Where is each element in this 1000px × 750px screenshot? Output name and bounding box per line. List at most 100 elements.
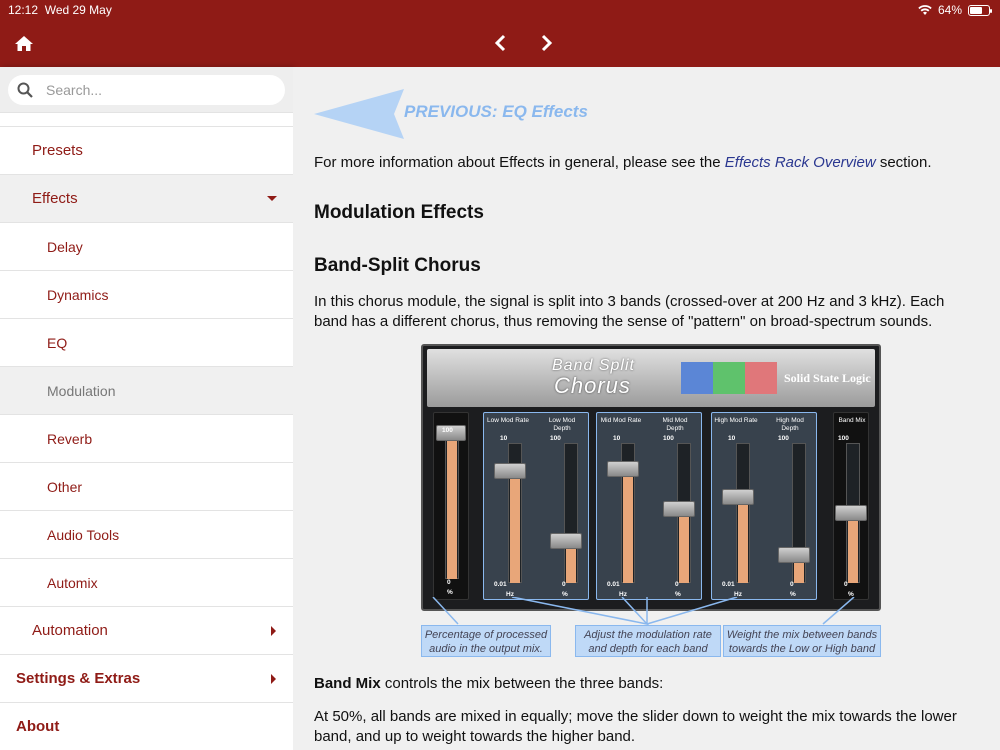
previous-link-label: PREVIOUS: EQ Effects [404,102,588,121]
sidebar-item-about[interactable]: About [0,703,293,750]
sidebar-item-label: About [16,718,60,735]
mid-band-panel: Mid Mod Rate Mid Mod Depth 10 100 0.01 0… [596,412,702,600]
status-time: 12:12 Wed 29 May [8,3,112,17]
fader-fill [679,511,689,583]
low-mod-rate-label: Low Mod Rate [487,417,529,424]
search-box[interactable] [8,75,285,105]
high-band-swatch [745,362,777,394]
band-mix-label: Band Mix [838,417,866,424]
band-mix-bottom-value: 0 [844,581,848,588]
mid-rate-bottom-value: 0.01 [607,581,620,588]
forward-button[interactable] [534,32,558,54]
callout-band-mix: Weight the mix between bands towards the… [723,625,881,657]
sidebar-item-settings-extras[interactable]: Settings & Extras [0,655,293,703]
band-mix-text: controls the mix between the three bands… [380,675,664,692]
app-header: 12:12 Wed 29 May 64% [0,0,1000,67]
mid-mod-depth-fader[interactable] [663,501,695,517]
fader-fill [848,515,858,583]
sidebar-item-presets[interactable]: Presets [0,127,293,175]
date: Wed 29 May [44,3,112,17]
sidebar-item-modulation[interactable]: Modulation [0,367,293,415]
plugin-header: Band Split Chorus Solid State Logic [427,349,875,407]
search-input[interactable] [46,80,276,100]
low-rate-top-value: 10 [500,435,508,442]
heading-modulation-effects: Modulation Effects [314,202,484,223]
mid-rate-top-value: 10 [613,435,621,442]
battery-fill [970,6,982,14]
high-mod-rate-fader[interactable] [722,489,754,505]
band-mix-term: Band Mix [314,675,381,692]
low-depth-top-value: 100 [550,435,561,442]
high-mod-rate-label: High Mod Rate [714,417,758,424]
caret-down-icon [267,196,277,201]
sidebar-item-label: Modulation [47,382,116,399]
sidebar-item-label: Automix [47,574,98,591]
band-mix-description: At 50%, all bands are mixed in equally; … [314,708,957,745]
mid-mod-depth-label: Mid Mod Depth [662,417,688,432]
sidebar-item-label: Delay [47,238,83,255]
brand-logo: Solid State Logic [784,371,871,385]
fader-bottom-value: 0 [447,579,451,586]
mid-depth-bottom-value: 0 [675,581,679,588]
mid-depth-top-value: 100 [663,435,674,442]
sidebar-item-automix[interactable]: Automix [0,559,293,607]
sidebar-item-label: Presets [32,142,83,159]
band-mix-fader[interactable] [835,505,867,521]
sidebar-item-label: Dynamics [47,286,109,303]
sidebar-item-label: Other [47,478,83,495]
previous-link[interactable]: PREVIOUS: EQ Effects [314,89,614,139]
caret-right-icon [271,626,276,636]
low-depth-bottom-value: 0 [562,581,566,588]
sidebar-item-automation[interactable]: Automation [0,607,293,655]
sidebar-item-delay[interactable]: Delay [0,223,293,271]
sidebar-item-reverb[interactable]: Reverb [0,415,293,463]
intro-paragraph: For more information about Effects in ge… [314,153,974,173]
sidebar-item-label: Effects [32,190,78,207]
chevron-left-icon [494,34,506,52]
back-button[interactable] [489,32,513,54]
callout-modulation: Adjust the modulation rate and depth for… [575,625,721,657]
high-rate-top-value: 10 [728,435,736,442]
sidebar-item-label: Audio Tools [47,526,120,543]
high-mod-depth-label: High Mod Depth [776,417,804,432]
sidebar-item-label: EQ [47,334,68,351]
mix-fader-panel: 100 0 % [433,412,469,600]
high-band-panel: High Mod Rate High Mod Depth 10 100 0.01… [711,412,817,600]
fader-fill [623,471,633,583]
search-icon [17,82,33,98]
sidebar-item-other[interactable]: Other [0,463,293,511]
sidebar-item-label: Reverb [47,430,93,447]
home-icon[interactable] [14,34,34,52]
sidebar-item-effects[interactable]: Effects [0,175,293,223]
battery-icon [968,4,992,16]
low-rate-bottom-value: 0.01 [494,581,507,588]
high-rate-bottom-value: 0.01 [722,581,735,588]
sidebar-item-label: Automation [32,622,108,639]
mid-band-swatch [713,362,745,394]
band-mix-panel: Band Mix 100 0 % [833,412,869,600]
fader-fill [566,543,576,583]
high-mod-depth-fader[interactable] [778,547,810,563]
callout-mix: Percentage of processed audio in the out… [421,625,551,657]
sidebar-item-eq[interactable]: EQ [0,319,293,367]
fader-fill [738,499,748,583]
effects-rack-overview-link[interactable]: Effects Rack Overview [725,154,876,171]
low-band-swatch [681,362,713,394]
band-split-chorus-image: Band Split Chorus Solid State Logic 100 … [421,344,881,611]
low-mod-depth-fader[interactable] [550,533,582,549]
battery-percent: 64% [937,3,962,17]
main-content: PREVIOUS: EQ Effects For more informatio… [293,67,1000,750]
status-bar: 12:12 Wed 29 May 64% [0,3,1000,19]
mid-mod-rate-fader[interactable] [607,461,639,477]
previous-arrow-icon [314,89,404,139]
chorus-description: In this chorus module, the signal is spl… [314,293,945,330]
clock: 12:12 [8,3,39,17]
high-depth-bottom-value: 0 [790,581,794,588]
low-mod-rate-fader[interactable] [494,463,526,479]
sidebar-item-audio-tools[interactable]: Audio Tools [0,511,293,559]
status-right: 64% [918,3,992,17]
wifi-icon [918,4,932,15]
fader-fill [510,473,520,583]
sidebar-item-dynamics[interactable]: Dynamics [0,271,293,319]
band-mix-top-value: 100 [838,435,849,442]
